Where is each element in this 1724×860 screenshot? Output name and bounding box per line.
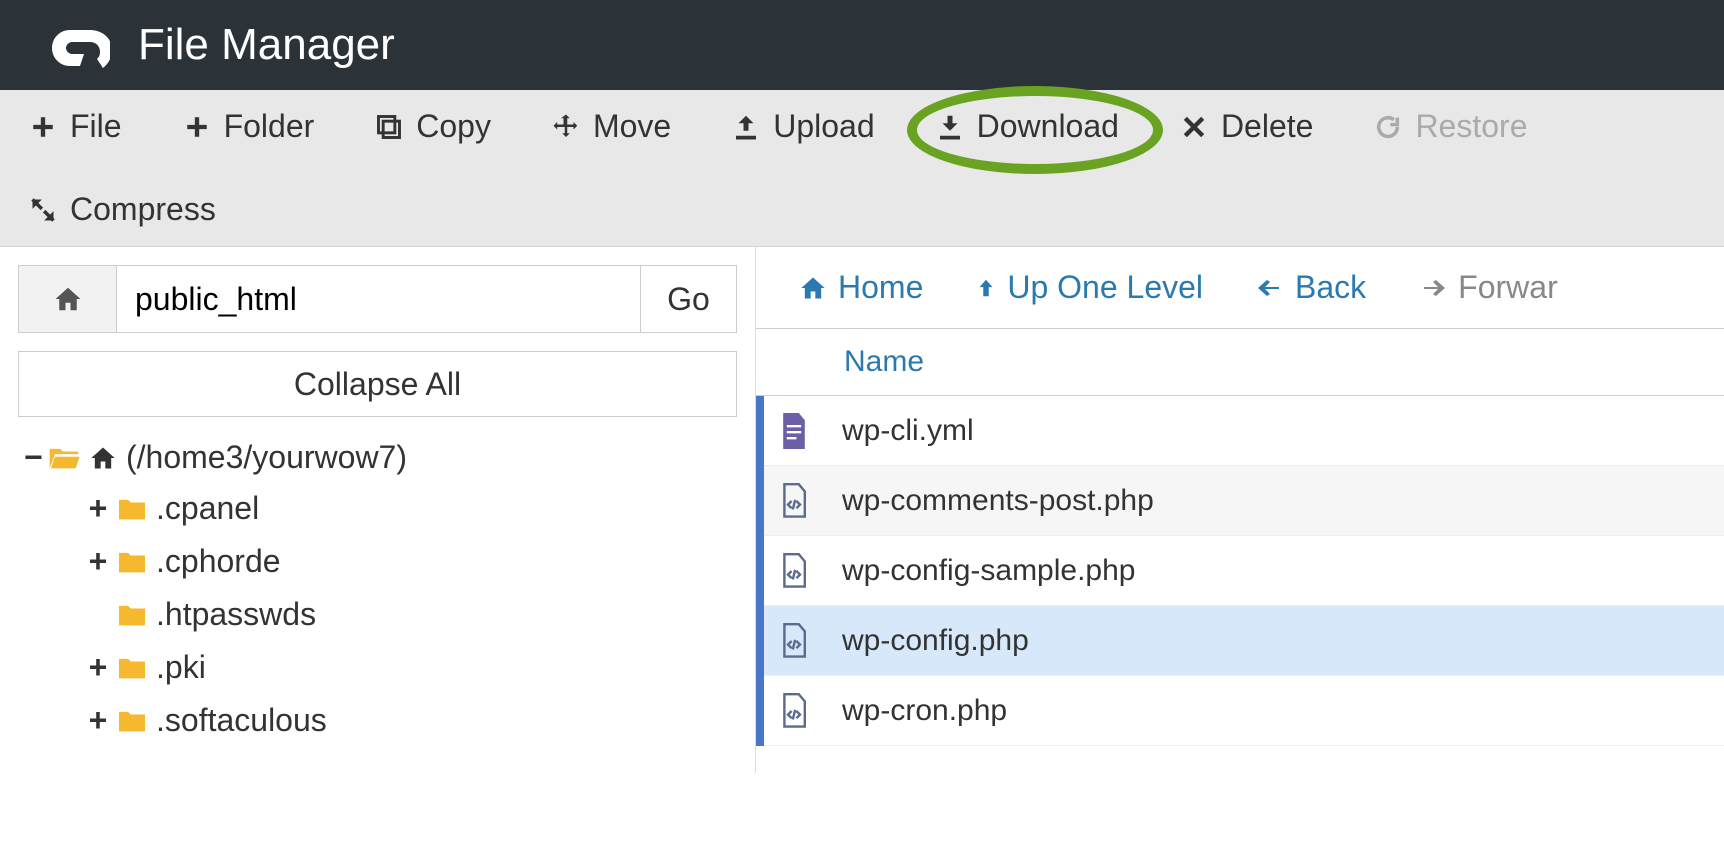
nav-home-label: Home (838, 269, 923, 306)
file-row[interactable]: wp-comments-post.php (764, 466, 1724, 536)
tree-node[interactable]: + .cpanel (88, 490, 731, 527)
upload-icon (731, 112, 761, 142)
tree-node[interactable]: + .softaculous (88, 702, 731, 739)
home-icon (51, 284, 85, 314)
code-file-icon (778, 552, 810, 590)
folder-icon (116, 549, 148, 575)
download-button[interactable]: Download (935, 108, 1119, 145)
toolbar: File Folder Copy Move Upload Download De… (0, 90, 1724, 247)
nav-forward[interactable]: Forwar (1418, 269, 1558, 306)
tree-node-label: .cphorde (156, 543, 281, 580)
file-row[interactable]: wp-config-sample.php (764, 536, 1724, 606)
plus-icon[interactable]: + (88, 702, 108, 739)
file-row[interactable]: wp-config.php (764, 606, 1724, 676)
file-table-header: Name (756, 328, 1724, 396)
file-button[interactable]: File (28, 108, 122, 145)
nav-up-one-level[interactable]: Up One Level (975, 269, 1203, 306)
folder-button[interactable]: Folder (182, 108, 315, 145)
tree-node-label: .pki (156, 649, 206, 686)
go-button[interactable]: Go (640, 266, 736, 332)
nav-up-label: Up One Level (1007, 269, 1203, 306)
plus-icon[interactable]: + (88, 649, 108, 686)
file-name: wp-config-sample.php (842, 554, 1135, 588)
move-button[interactable]: Move (551, 108, 671, 145)
nav-home[interactable]: Home (798, 269, 923, 306)
copy-button[interactable]: Copy (374, 108, 491, 145)
document-icon (778, 412, 810, 450)
delete-button-label: Delete (1221, 108, 1314, 145)
file-row[interactable]: wp-cli.yml (764, 396, 1724, 466)
plus-icon[interactable]: + (88, 490, 108, 527)
tree-node[interactable]: + .pki (88, 649, 731, 686)
right-pane: Home Up One Level Back Forwar Name wp-cl… (755, 247, 1724, 773)
download-button-label: Download (977, 108, 1119, 145)
app-header: File Manager (0, 0, 1724, 90)
forward-arrow-icon (1418, 276, 1448, 300)
cpanel-logo (42, 18, 110, 72)
file-nav: Home Up One Level Back Forwar (756, 247, 1724, 328)
restore-button[interactable]: Restore (1373, 108, 1527, 145)
minus-icon[interactable]: − (24, 439, 40, 476)
home-button[interactable] (19, 266, 117, 332)
code-file-icon (778, 622, 810, 660)
left-pane: Go Collapse All − (/home3/yourwow7) + .cp… (0, 247, 755, 773)
folder-tree: − (/home3/yourwow7) + .cpanel + .cphorde .ht… (18, 439, 737, 739)
plus-icon (182, 112, 212, 142)
path-input[interactable] (117, 266, 640, 332)
folder-icon (116, 655, 148, 681)
plus-icon (28, 112, 58, 142)
upload-button[interactable]: Upload (731, 108, 874, 145)
file-name: wp-cli.yml (842, 414, 974, 448)
plus-icon[interactable]: + (88, 543, 108, 580)
home-icon (798, 274, 828, 302)
file-name: wp-cron.php (842, 694, 1007, 728)
collapse-all-button[interactable]: Collapse All (18, 351, 737, 417)
restore-button-label: Restore (1415, 108, 1527, 145)
tree-node-label: .htpasswds (156, 596, 316, 633)
page-title: File Manager (138, 20, 395, 70)
code-file-icon (778, 692, 810, 730)
folder-icon (116, 496, 148, 522)
copy-button-label: Copy (416, 108, 491, 145)
file-button-label: File (70, 108, 122, 145)
tree-root[interactable]: − (/home3/yourwow7) (24, 439, 731, 476)
column-name-header[interactable]: Name (756, 345, 924, 379)
folder-icon (116, 602, 148, 628)
move-icon (551, 112, 581, 142)
nav-back[interactable]: Back (1255, 269, 1366, 306)
nav-back-label: Back (1295, 269, 1366, 306)
code-file-icon (778, 482, 810, 520)
file-name: wp-comments-post.php (842, 484, 1154, 518)
download-icon (935, 112, 965, 142)
copy-icon (374, 112, 404, 142)
tree-node[interactable]: + .cphorde (88, 543, 731, 580)
folder-button-label: Folder (224, 108, 315, 145)
move-button-label: Move (593, 108, 671, 145)
file-row[interactable]: wp-cron.php (764, 676, 1724, 746)
compress-button[interactable]: Compress (28, 191, 1696, 228)
folder-open-icon (48, 445, 80, 471)
restore-icon (1373, 112, 1403, 142)
up-arrow-icon (975, 273, 997, 303)
tree-root-label: (/home3/yourwow7) (126, 439, 407, 476)
tree-node[interactable]: .htpasswds (88, 596, 731, 633)
compress-icon (28, 195, 58, 225)
delete-button[interactable]: Delete (1179, 108, 1314, 145)
nav-forward-label: Forwar (1458, 269, 1558, 306)
tree-node-label: .softaculous (156, 702, 327, 739)
file-name: wp-config.php (842, 624, 1029, 658)
folder-icon (116, 708, 148, 734)
upload-button-label: Upload (773, 108, 874, 145)
compress-button-label: Compress (70, 191, 216, 228)
back-arrow-icon (1255, 276, 1285, 300)
home-icon (88, 444, 118, 472)
file-table: wp-cli.yml wp-comments-post.php wp-config-… (756, 396, 1724, 746)
location-bar: Go (18, 265, 737, 333)
close-icon (1179, 112, 1209, 142)
tree-node-label: .cpanel (156, 490, 259, 527)
